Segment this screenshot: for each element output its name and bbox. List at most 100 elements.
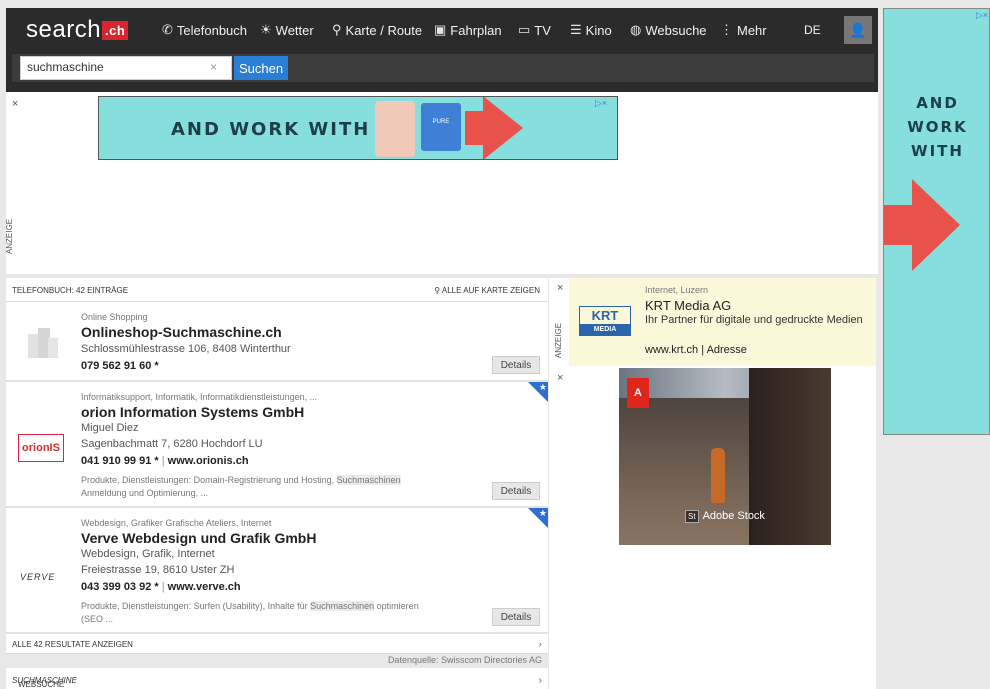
banner-ad-text: AND WORK WITH [171, 119, 371, 140]
tv-icon: ▭ [518, 22, 531, 37]
entry-description: Produkte, Dienstleistungen: Surfen (Usab… [81, 600, 471, 626]
adobe-logo-letter: A [634, 387, 642, 399]
all-results-label: ALLE 42 RESULTATE ANZEIGEN [12, 640, 133, 649]
details-button[interactable]: Details [492, 356, 540, 374]
list-item[interactable]: Online Shopping Onlineshop-Suchmaschine.… [6, 304, 548, 382]
close-ad-icon[interactable]: × [12, 98, 18, 110]
entry-name[interactable]: Onlineshop-Suchmaschine.ch [81, 324, 282, 340]
stock-badge: St [685, 510, 699, 523]
star-icon: ★ [538, 508, 547, 518]
entry-website[interactable]: www.orionis.ch [168, 455, 249, 467]
entry-address: Freiestrasse 19, 8610 Uster ZH [81, 564, 235, 576]
nav-karte-route[interactable]: ⚲ Karte / Route [332, 22, 422, 38]
all-results-link[interactable]: ALLE 42 RESULTATE ANZEIGEN › [6, 636, 548, 654]
nav-fahrplan[interactable]: ▣ Fahrplan [434, 22, 502, 38]
krt-logo-bottom: MEDIA [580, 324, 630, 335]
separator: | [701, 344, 705, 356]
search-button[interactable]: Suchen [234, 56, 288, 80]
logo-badge: .ch [102, 21, 129, 40]
nav-label: Karte / Route [345, 22, 423, 38]
arrow-right-icon [912, 179, 960, 271]
krt-address-link[interactable]: Adresse [707, 344, 747, 356]
entry-category: Informatiksupport, Informatik, Informati… [81, 392, 318, 402]
entry-name[interactable]: Verve Webdesign und Grafik GmbH [81, 530, 316, 546]
company-logo: VERVE [20, 572, 56, 582]
separator: | [161, 581, 165, 593]
close-ad-icon[interactable]: × [557, 282, 563, 294]
krt-logo-top: KRT [591, 308, 619, 323]
nav-label: Telefonbuch [176, 22, 248, 38]
arrow-shaft [884, 205, 914, 245]
desc-highlight: Suchmaschinen [310, 601, 375, 611]
adobe-stock-text: St Adobe Stock [685, 510, 765, 523]
weather-icon: ☀ [260, 22, 272, 37]
cinema-icon: ☰ [570, 22, 582, 37]
nav-telefonbuch[interactable]: ✆ Telefonbuch [162, 22, 247, 38]
sky-line: AND [916, 94, 959, 112]
close-ad-icon[interactable]: × [557, 372, 563, 384]
entry-phone[interactable]: 079 562 91 60 * [81, 360, 159, 372]
map-pin-icon: ⚲ [434, 286, 442, 295]
sky-line: WORK [907, 118, 968, 136]
telefonbuch-header: TELEFONBUCH: 42 EINTRÄGE ⚲ ALLE AUF KART… [6, 278, 548, 302]
websuche-link[interactable]: WEBSUCHE FÜR SUCHMASCHINE › [6, 672, 548, 689]
telefonbuch-title: TELEFONBUCH: 42 EINTRÄGE [12, 286, 129, 295]
entry-phone[interactable]: 041 910 99 91 * [81, 455, 159, 467]
page: search .ch ✆ Telefonbuch ☀ Wetter ⚲ Karte / … [0, 0, 990, 689]
nav-mehr[interactable]: ⋮ Mehr [720, 22, 767, 38]
nav-label: TV [534, 22, 551, 38]
entry-person: Webdesign, Grafik, Internet [81, 548, 215, 560]
site-logo[interactable]: search .ch [26, 16, 129, 44]
banner-ad-image [375, 101, 415, 157]
entry-website[interactable]: www.verve.ch [168, 581, 241, 593]
skyscraper-ad[interactable]: ▷× AND WORK WITH [883, 8, 990, 435]
nav-wetter[interactable]: ☀ Wetter [260, 22, 314, 38]
star-icon: ★ [538, 382, 547, 392]
nav-tv[interactable]: ▭ TV [518, 22, 551, 38]
entry-address: Schlossmühlestrasse 106, 8408 Winterthur [81, 343, 291, 355]
entry-category: Online Shopping [81, 312, 148, 322]
krt-links: www.krt.ch | Adresse [645, 344, 747, 356]
chevron-right-icon: › [538, 675, 542, 686]
map-link-label: ALLE AUF KARTE ZEIGEN [441, 286, 540, 295]
desc-text: Produkte, Dienstleistungen: Domain-Regis… [81, 475, 337, 485]
building-icon [24, 328, 60, 358]
clear-search-icon[interactable]: × [210, 60, 217, 74]
krt-website[interactable]: www.krt.ch [645, 344, 698, 356]
ad-image-person [711, 448, 725, 503]
user-button[interactable]: 👤 [844, 16, 872, 44]
arrow-right-icon [483, 97, 523, 159]
language-switch[interactable]: DE [804, 23, 821, 37]
search-input[interactable]: suchmaschine [20, 56, 232, 80]
adchoices-icon[interactable]: ▷× [595, 98, 607, 109]
krt-name[interactable]: KRT Media AG [645, 298, 731, 313]
entry-category: Webdesign, Grafiker Grafische Ateliers, … [81, 518, 272, 528]
entry-phone[interactable]: 043 399 03 92 * [81, 581, 159, 593]
user-icon: 👤 [849, 21, 867, 38]
nav-kino[interactable]: ☰ Kino [570, 22, 612, 38]
krt-media-ad[interactable]: KRT MEDIA Internet, Luzern KRT Media AG … [569, 278, 876, 366]
adchoices-icon[interactable]: ▷× [976, 10, 988, 21]
entry-contact: 041 910 99 91 * | www.orionis.ch [81, 455, 249, 467]
entry-name[interactable]: orion Information Systems GmbH [81, 404, 304, 420]
sky-line: WITH [911, 142, 964, 160]
show-on-map-link[interactable]: ⚲ ALLE AUF KARTE ZEIGEN [434, 286, 540, 295]
entry-address: Sagenbachmatt 7, 6280 Hochdorf LU [81, 438, 263, 450]
telefonbuch-panel: TELEFONBUCH: 42 EINTRÄGE ⚲ ALLE AUF KART… [6, 278, 548, 689]
list-item[interactable]: ★ orionIS Informatiksupport, Informatik,… [6, 382, 548, 508]
banner-ad[interactable]: AND WORK WITH PURE ▷× [98, 96, 618, 160]
phone-icon: ✆ [162, 22, 173, 37]
details-button[interactable]: Details [492, 608, 540, 626]
desc-text: optimieren [374, 601, 419, 611]
nav-websuche[interactable]: ◍ Websuche [630, 22, 707, 38]
desc-text: Anmeldung und Optimierung, ... [81, 488, 209, 498]
more-icon: ⋮ [720, 22, 733, 37]
details-button[interactable]: Details [492, 482, 540, 500]
krt-category: Internet, Luzern [645, 285, 709, 295]
nav-label: Fahrplan [450, 22, 502, 38]
desc-highlight: Suchmaschinen [336, 475, 401, 485]
search-bar: suchmaschine × Suchen [12, 54, 874, 82]
list-item[interactable]: ★ VERVE Webdesign, Grafiker Grafische At… [6, 508, 548, 634]
data-source: Datenquelle: Swisscom Directories AG [6, 654, 548, 668]
adobe-stock-ad[interactable]: A St Adobe Stock [619, 368, 831, 545]
